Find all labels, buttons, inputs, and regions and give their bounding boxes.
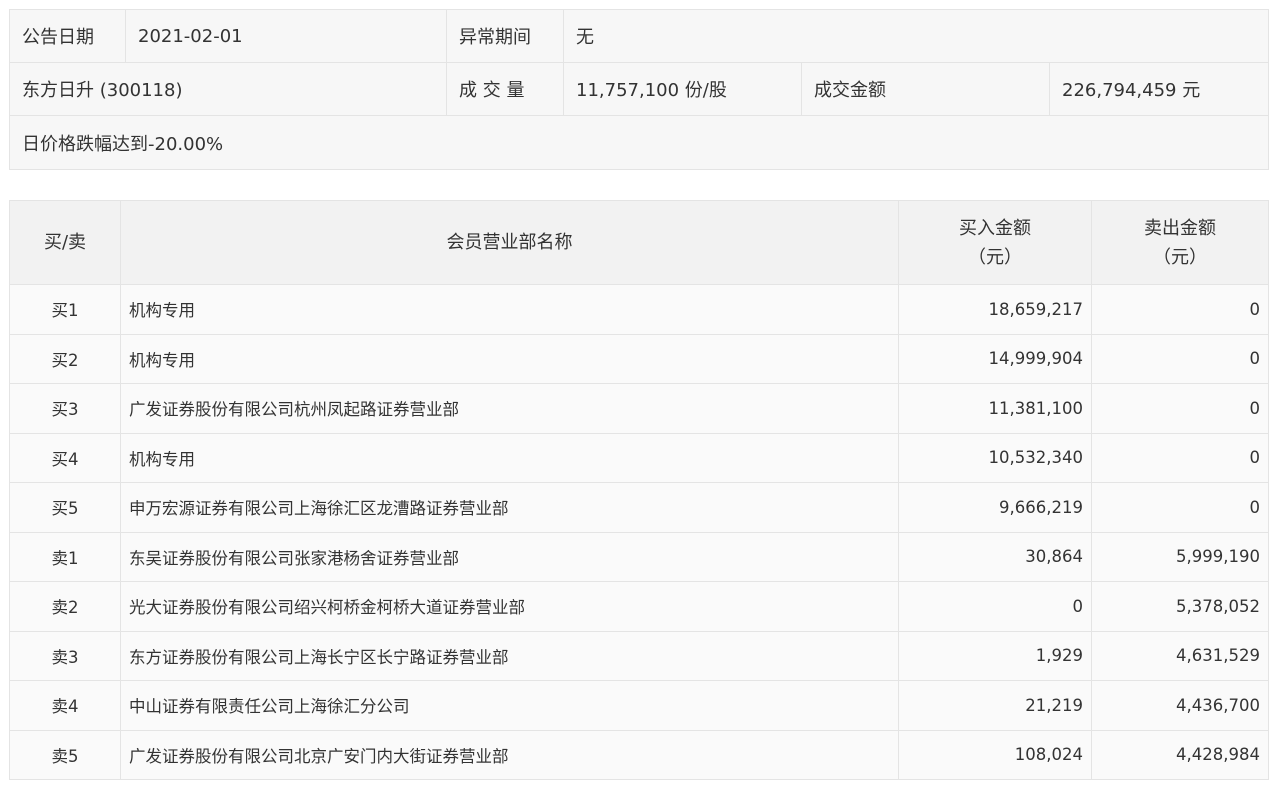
row-member-name: 东吴证券股份有限公司张家港杨舍证券营业部 <box>120 531 899 582</box>
turnover-label: 成交金额 <box>801 62 1050 116</box>
row-side: 卖3 <box>9 630 121 681</box>
row-side: 卖4 <box>9 680 121 731</box>
trade-table-header: 买/卖 会员营业部名称 买入金额 （元） 卖出金额 （元） <box>9 200 1269 285</box>
header-buy-amount: 买入金额 （元） <box>898 200 1092 285</box>
table-row: 卖4 中山证券有限责任公司上海徐汇分公司 21,219 4,436,700 <box>9 680 1269 731</box>
row-side: 卖1 <box>9 531 121 582</box>
row-sell-amount: 0 <box>1091 432 1269 483</box>
row-sell-amount: 4,631,529 <box>1091 630 1269 681</box>
row-buy-amount: 0 <box>898 581 1092 632</box>
row-member-name: 中山证券有限责任公司上海徐汇分公司 <box>120 680 899 731</box>
row-side: 买1 <box>9 284 121 335</box>
row-buy-amount: 9,666,219 <box>898 482 1092 533</box>
row-side: 买3 <box>9 383 121 434</box>
table-row: 卖2 光大证券股份有限公司绍兴柯桥金柯桥大道证券营业部 0 5,378,052 <box>9 581 1269 632</box>
row-sell-amount: 4,436,700 <box>1091 680 1269 731</box>
summary-row-date: 公告日期 2021-02-01 异常期间 无 <box>9 9 1270 63</box>
row-sell-amount: 0 <box>1091 284 1269 335</box>
row-side: 买5 <box>9 482 121 533</box>
abnormal-period-value: 无 <box>562 9 1270 63</box>
summary-row-stock: 东方日升 (300118) 成 交 量 11,757,100 份/股 成交金额 … <box>9 62 1270 116</box>
row-side: 卖2 <box>9 581 121 632</box>
announcement-date-label: 公告日期 <box>9 9 126 63</box>
row-buy-amount: 11,381,100 <box>898 383 1092 434</box>
header-buy-line2: （元） <box>968 246 1022 268</box>
row-side: 买4 <box>9 432 121 483</box>
row-sell-amount: 0 <box>1091 383 1269 434</box>
reason-text: 日价格跌幅达到-20.00% <box>8 115 1270 170</box>
table-row: 卖1 东吴证券股份有限公司张家港杨舍证券营业部 30,864 5,999,190 <box>9 531 1269 582</box>
header-sell-amount: 卖出金额 （元） <box>1091 200 1269 285</box>
row-member-name: 广发证券股份有限公司杭州凤起路证券营业部 <box>120 383 899 434</box>
row-member-name: 申万宏源证券有限公司上海徐汇区龙漕路证券营业部 <box>120 482 899 533</box>
turnover-value: 226,794,459 元 <box>1048 62 1270 116</box>
row-sell-amount: 0 <box>1091 482 1269 533</box>
row-side: 卖5 <box>9 729 121 780</box>
row-buy-amount: 18,659,217 <box>898 284 1092 335</box>
header-side: 买/卖 <box>9 200 121 285</box>
table-row: 买1 机构专用 18,659,217 0 <box>9 284 1269 335</box>
row-buy-amount: 1,929 <box>898 630 1092 681</box>
abnormal-period-label: 异常期间 <box>446 9 564 63</box>
header-buy-line1: 买入金额 <box>959 217 1031 239</box>
row-buy-amount: 108,024 <box>898 729 1092 780</box>
row-member-name: 机构专用 <box>120 432 899 483</box>
row-sell-amount: 4,428,984 <box>1091 729 1269 780</box>
row-buy-amount: 10,532,340 <box>898 432 1092 483</box>
row-buy-amount: 21,219 <box>898 680 1092 731</box>
table-row: 卖5 广发证券股份有限公司北京广安门内大街证券营业部 108,024 4,428,98… <box>9 729 1269 780</box>
trade-table-body: 买1 机构专用 18,659,217 0 买2 机构专用 14,999,904 0 买3 广发证券… <box>9 284 1269 780</box>
table-row: 买2 机构专用 14,999,904 0 <box>9 333 1269 384</box>
announcement-date-value: 2021-02-01 <box>125 9 447 63</box>
stock-name: 东方日升 (300118) <box>9 62 447 116</box>
row-sell-amount: 5,999,190 <box>1091 531 1269 582</box>
header-sell-line2: （元） <box>1153 246 1207 268</box>
row-sell-amount: 0 <box>1091 333 1269 384</box>
trade-table: 买/卖 会员营业部名称 买入金额 （元） 卖出金额 （元） 买1 机构专用 18,6… <box>9 200 1269 780</box>
summary-row-reason: 日价格跌幅达到-20.00% <box>8 115 1270 170</box>
volume-label: 成 交 量 <box>446 62 564 116</box>
row-member-name: 广发证券股份有限公司北京广安门内大街证券营业部 <box>120 729 899 780</box>
header-sell-line1: 卖出金额 <box>1144 217 1216 239</box>
summary-table: 公告日期 2021-02-01 异常期间 无 东方日升 (300118) 成 交… <box>8 9 1270 170</box>
table-row: 卖3 东方证券股份有限公司上海长宁区长宁路证券营业部 1,929 4,631,529 <box>9 630 1269 681</box>
volume-value: 11,757,100 份/股 <box>563 62 802 116</box>
header-member: 会员营业部名称 <box>120 200 899 285</box>
row-member-name: 东方证券股份有限公司上海长宁区长宁路证券营业部 <box>120 630 899 681</box>
row-side: 买2 <box>9 333 121 384</box>
row-buy-amount: 30,864 <box>898 531 1092 582</box>
row-member-name: 机构专用 <box>120 284 899 335</box>
table-row: 买3 广发证券股份有限公司杭州凤起路证券营业部 11,381,100 0 <box>9 383 1269 434</box>
row-member-name: 机构专用 <box>120 333 899 384</box>
table-row: 买4 机构专用 10,532,340 0 <box>9 432 1269 483</box>
row-sell-amount: 5,378,052 <box>1091 581 1269 632</box>
row-buy-amount: 14,999,904 <box>898 333 1092 384</box>
table-row: 买5 申万宏源证券有限公司上海徐汇区龙漕路证券营业部 9,666,219 0 <box>9 482 1269 533</box>
row-member-name: 光大证券股份有限公司绍兴柯桥金柯桥大道证券营业部 <box>120 581 899 632</box>
